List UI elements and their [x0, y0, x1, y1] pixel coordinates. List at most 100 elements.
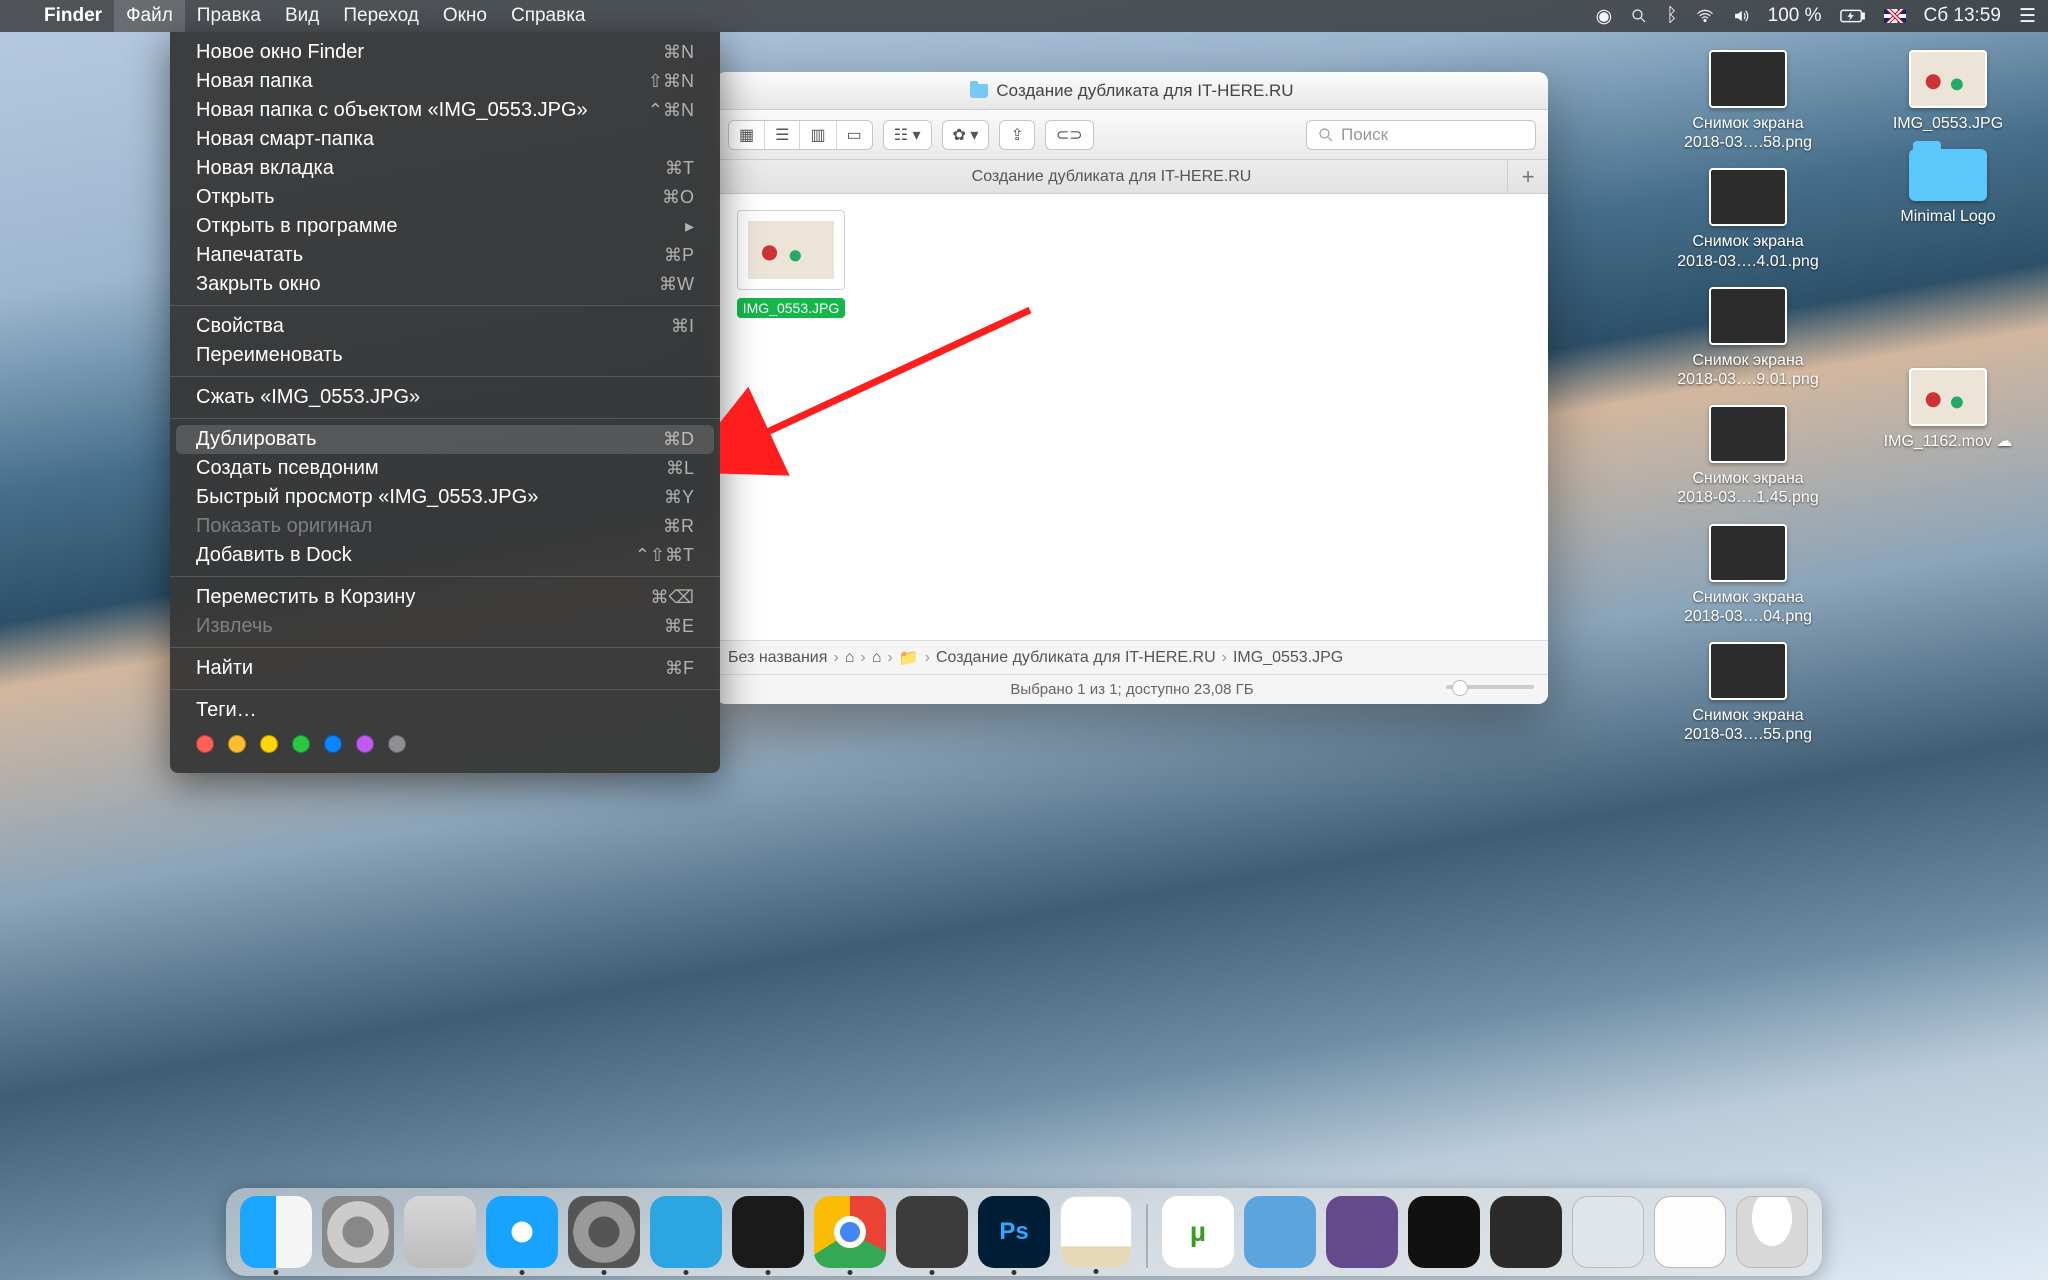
menu-item[interactable]: Новая папка с объектом «IMG_0553.JPG»⌃⌘N	[170, 96, 720, 125]
menu-item[interactable]: Переместить в Корзину⌘⌫	[170, 583, 720, 612]
path-segment[interactable]: Без названия	[728, 649, 827, 667]
tag-dot[interactable]	[196, 735, 214, 753]
desktop-item[interactable]: Снимок экрана 2018-03….4.01.png	[1673, 168, 1823, 270]
desktop-item[interactable]: Minimal Logo	[1873, 149, 2023, 226]
file-item[interactable]: IMG_0553.JPG	[732, 210, 850, 318]
search-input[interactable]: Поиск	[1306, 120, 1536, 150]
menu-item[interactable]: Дублировать⌘D	[176, 425, 714, 454]
dock-app-vid[interactable]	[1408, 1196, 1480, 1268]
spotlight-icon[interactable]	[1630, 7, 1648, 25]
dock-separator	[1146, 1204, 1148, 1268]
dock-app-telegram[interactable]	[650, 1196, 722, 1268]
volume-icon[interactable]	[1732, 7, 1750, 25]
menu-item[interactable]: Новая вкладка⌘T	[170, 154, 720, 183]
menu-item-label: Быстрый просмотр «IMG_0553.JPG»	[196, 486, 538, 509]
dock-app-trash[interactable]	[1736, 1196, 1808, 1268]
dock-app-winthumb[interactable]	[1572, 1196, 1644, 1268]
menu-item[interactable]: Создать псевдоним⌘L	[170, 454, 720, 483]
gallery-view-button[interactable]: ▭	[837, 121, 872, 149]
menu-help[interactable]: Справка	[499, 0, 598, 32]
menu-file[interactable]: Файл	[114, 0, 185, 32]
action-button[interactable]: ✿ ▾	[942, 120, 990, 150]
siri-icon[interactable]: ◉	[1596, 5, 1613, 28]
menu-item[interactable]: Свойства⌘I	[170, 312, 720, 341]
desktop-item[interactable]: Снимок экрана 2018-03….9.01.png	[1673, 287, 1823, 389]
app-name[interactable]: Finder	[32, 0, 114, 32]
dock-app-notes[interactable]	[1060, 1196, 1132, 1268]
dock-app-ut[interactable]: µ	[1162, 1196, 1234, 1268]
menu-item[interactable]: Открыть в программе▸	[170, 212, 720, 241]
menu-item[interactable]: Открыть⌘O	[170, 183, 720, 212]
menu-item[interactable]: Сжать «IMG_0553.JPG»	[170, 383, 720, 412]
tab-add-button[interactable]: +	[1508, 160, 1548, 193]
desktop-item[interactable]: IMG_0553.JPG	[1873, 50, 2023, 133]
finder-window: Создание дубликата для IT-HERE.RU ▦ ☰ ▥ …	[716, 72, 1548, 704]
tag-dot[interactable]	[324, 735, 342, 753]
path-segment[interactable]: ⌂	[845, 649, 855, 667]
clock[interactable]: Сб 13:59	[1924, 5, 2001, 27]
path-segment[interactable]: 📁	[899, 648, 919, 668]
zoom-slider[interactable]	[1446, 685, 1534, 689]
dock-app-launch[interactable]	[322, 1196, 394, 1268]
tag-dot[interactable]	[260, 735, 278, 753]
dock-app-dock2[interactable]	[1490, 1196, 1562, 1268]
desktop-item[interactable]: Снимок экрана 2018-03….04.png	[1673, 524, 1823, 626]
menu-view[interactable]: Вид	[273, 0, 331, 32]
menu-window[interactable]: Окно	[431, 0, 499, 32]
menu-edit[interactable]: Правка	[185, 0, 273, 32]
titlebar[interactable]: Создание дубликата для IT-HERE.RU	[716, 72, 1548, 110]
menu-go[interactable]: Переход	[331, 0, 430, 32]
dock-app-safari[interactable]	[486, 1196, 558, 1268]
path-segment[interactable]: IMG_0553.JPG	[1233, 649, 1343, 667]
icon-view-button[interactable]: ▦	[729, 121, 765, 149]
battery-icon[interactable]	[1840, 9, 1866, 23]
toolbar: ▦ ☰ ▥ ▭ ☷ ▾ ✿ ▾ ⇪ ⊂⊃ Поиск	[716, 110, 1548, 160]
menu-item[interactable]: Новое окно Finder⌘N	[170, 38, 720, 67]
dock-app-tool[interactable]	[404, 1196, 476, 1268]
menu-item[interactable]: Теги…	[170, 696, 720, 725]
notifications-icon[interactable]: ☰	[2019, 5, 2036, 28]
arrange-button[interactable]: ☷ ▾	[883, 120, 932, 150]
menu-item[interactable]: Найти⌘F	[170, 654, 720, 683]
tag-dot[interactable]	[228, 735, 246, 753]
file-content-area[interactable]: IMG_0553.JPG	[716, 194, 1548, 640]
menu-item[interactable]: Новая папка⇧⌘N	[170, 67, 720, 96]
menu-item-label: Переместить в Корзину	[196, 586, 415, 609]
dock-app-chrome[interactable]	[814, 1196, 886, 1268]
tab-current[interactable]: Создание дубликата для IT-HERE.RU	[716, 160, 1508, 193]
menu-item[interactable]: Быстрый просмотр «IMG_0553.JPG»⌘Y	[170, 483, 720, 512]
desktop-item[interactable]: Снимок экрана 2018-03….55.png	[1673, 642, 1823, 744]
tags-button[interactable]: ⊂⊃	[1045, 120, 1094, 150]
menu-item[interactable]: Напечатать⌘P	[170, 241, 720, 270]
tag-dot[interactable]	[356, 735, 374, 753]
menu-item[interactable]: Добавить в Dock⌃⇧⌘T	[170, 541, 720, 570]
dock-app-ghost[interactable]	[1326, 1196, 1398, 1268]
tag-dot[interactable]	[292, 735, 310, 753]
dock-app-expl[interactable]	[1244, 1196, 1316, 1268]
dock-app-winthumb2[interactable]	[1654, 1196, 1726, 1268]
tag-dot[interactable]	[388, 735, 406, 753]
column-view-button[interactable]: ▥	[800, 121, 836, 149]
path-segment[interactable]: Создание дубликата для IT-HERE.RU	[936, 649, 1216, 667]
dock-app-term[interactable]	[732, 1196, 804, 1268]
dock-app-finder[interactable]	[240, 1196, 312, 1268]
path-segment[interactable]: ⌂	[872, 649, 882, 667]
list-view-button[interactable]: ☰	[765, 121, 800, 149]
wifi-icon[interactable]	[1696, 7, 1714, 25]
menu-item[interactable]: Закрыть окно⌘W	[170, 270, 720, 299]
menu-item-shortcut: ⌘D	[663, 429, 694, 450]
desktop-item[interactable]: Снимок экрана 2018-03….58.png	[1673, 50, 1823, 152]
dock-app-sublime[interactable]	[896, 1196, 968, 1268]
dock-app-ps[interactable]: Ps	[978, 1196, 1050, 1268]
share-button[interactable]: ⇪	[999, 120, 1034, 150]
menu-item[interactable]: Новая смарт-папка	[170, 125, 720, 154]
desktop-thumb	[1909, 149, 1987, 201]
view-mode-group[interactable]: ▦ ☰ ▥ ▭	[728, 120, 873, 150]
dock-app-pref[interactable]	[568, 1196, 640, 1268]
file-thumbnail	[737, 210, 845, 290]
input-lang-icon[interactable]	[1884, 9, 1906, 23]
menu-item[interactable]: Переименовать	[170, 341, 720, 370]
desktop-item[interactable]: Снимок экрана 2018-03….1.45.png	[1673, 405, 1823, 507]
desktop-item[interactable]: IMG_1162.mov ☁︎	[1873, 368, 2023, 451]
bluetooth-icon[interactable]: ᛒ	[1666, 5, 1677, 27]
